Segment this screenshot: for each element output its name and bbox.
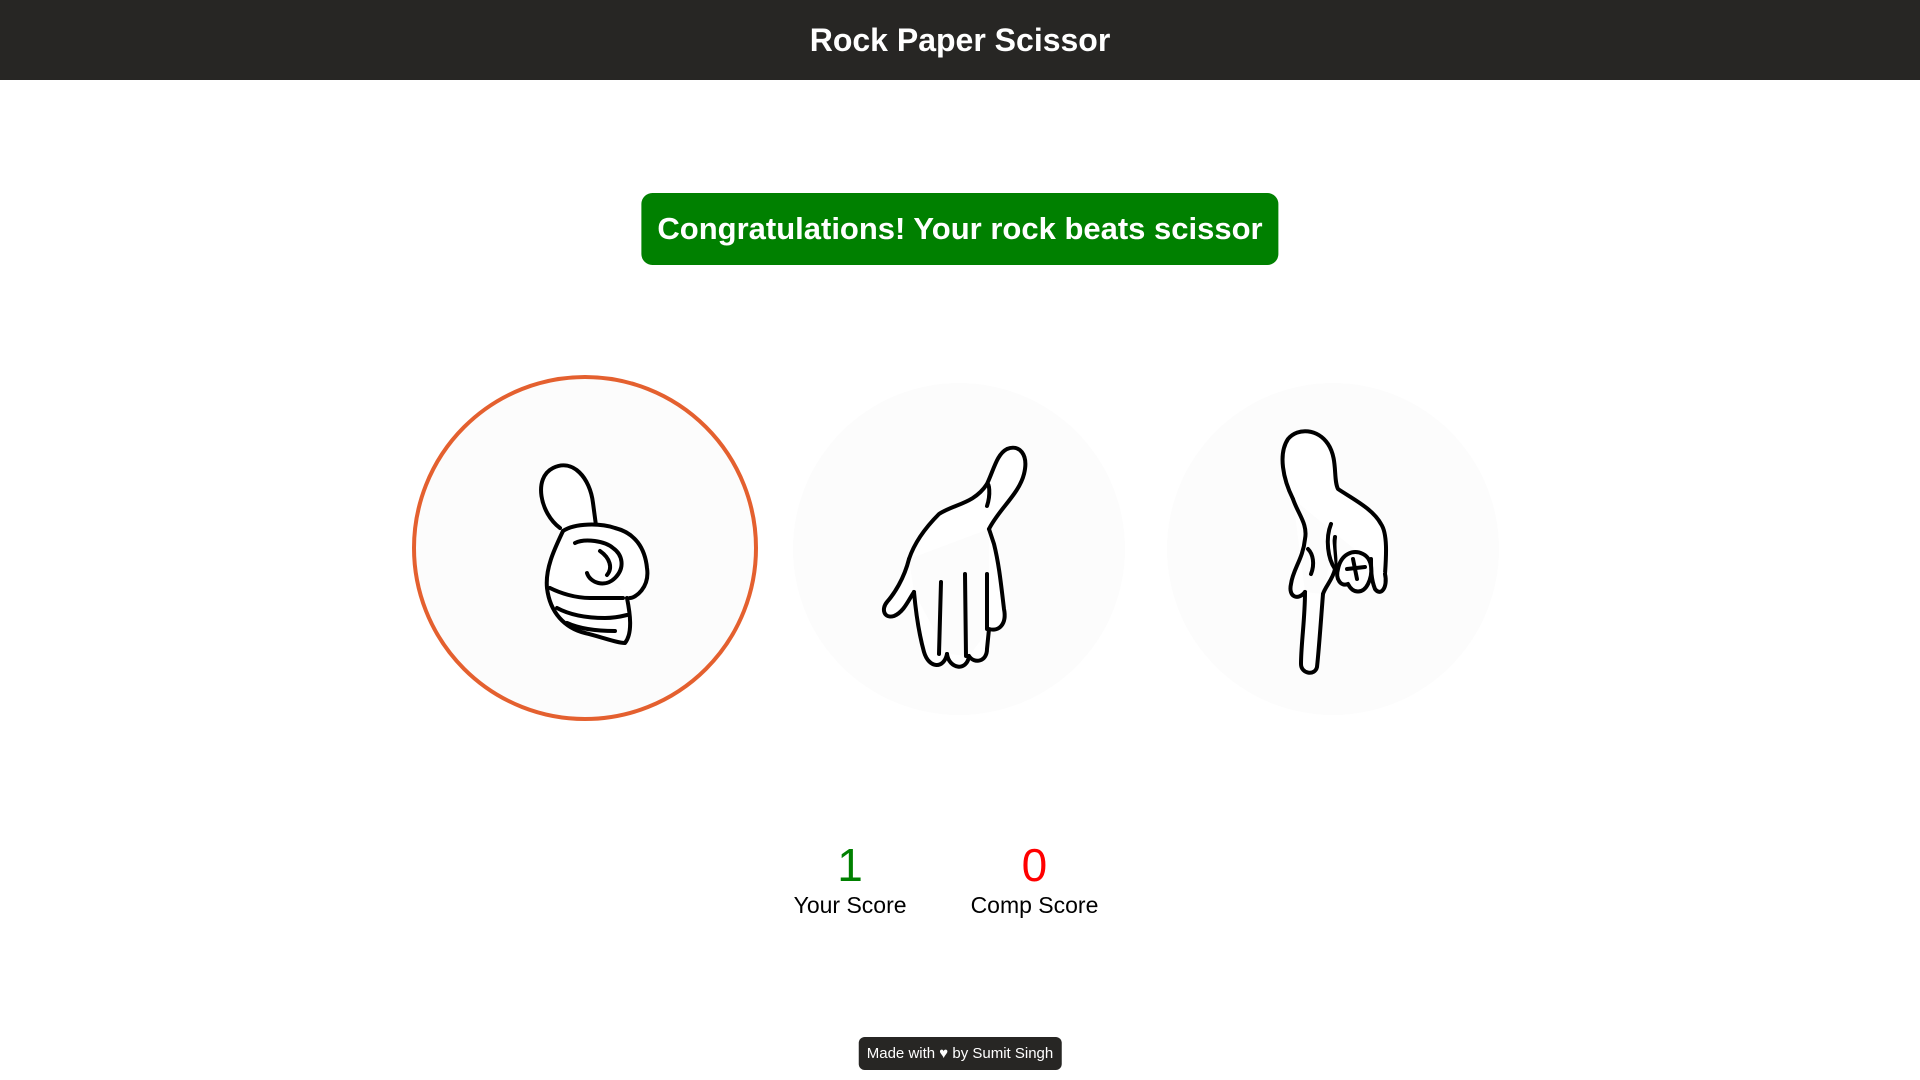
choices-container [0,375,1920,725]
user-score-label: Your Score [793,892,907,918]
choice-scissor[interactable] [1167,383,1499,715]
comp-score-box: 0 Comp Score [971,838,1099,919]
scissor-hand-icon [1253,409,1413,689]
rock-hand-icon [505,433,665,663]
comp-score-label: Comp Score [970,892,1099,918]
result-message: Congratulations! Your rock beats scissor [641,193,1279,265]
app-header: Rock Paper Scissor [0,0,1920,80]
comp-score-value: 0 [1021,839,1048,891]
footer-credit: Made with ♥ by Sumit Singh [858,1037,1062,1070]
page-title: Rock Paper Scissor [809,21,1111,58]
choice-rock[interactable] [412,375,758,721]
paper-hand-icon [869,414,1049,684]
user-score-value: 1 [837,839,863,891]
user-score-box: 1 Your Score [794,838,907,919]
scoreboard: 1 Your Score 0 Comp Score [0,838,1920,919]
choice-paper[interactable] [793,383,1125,715]
